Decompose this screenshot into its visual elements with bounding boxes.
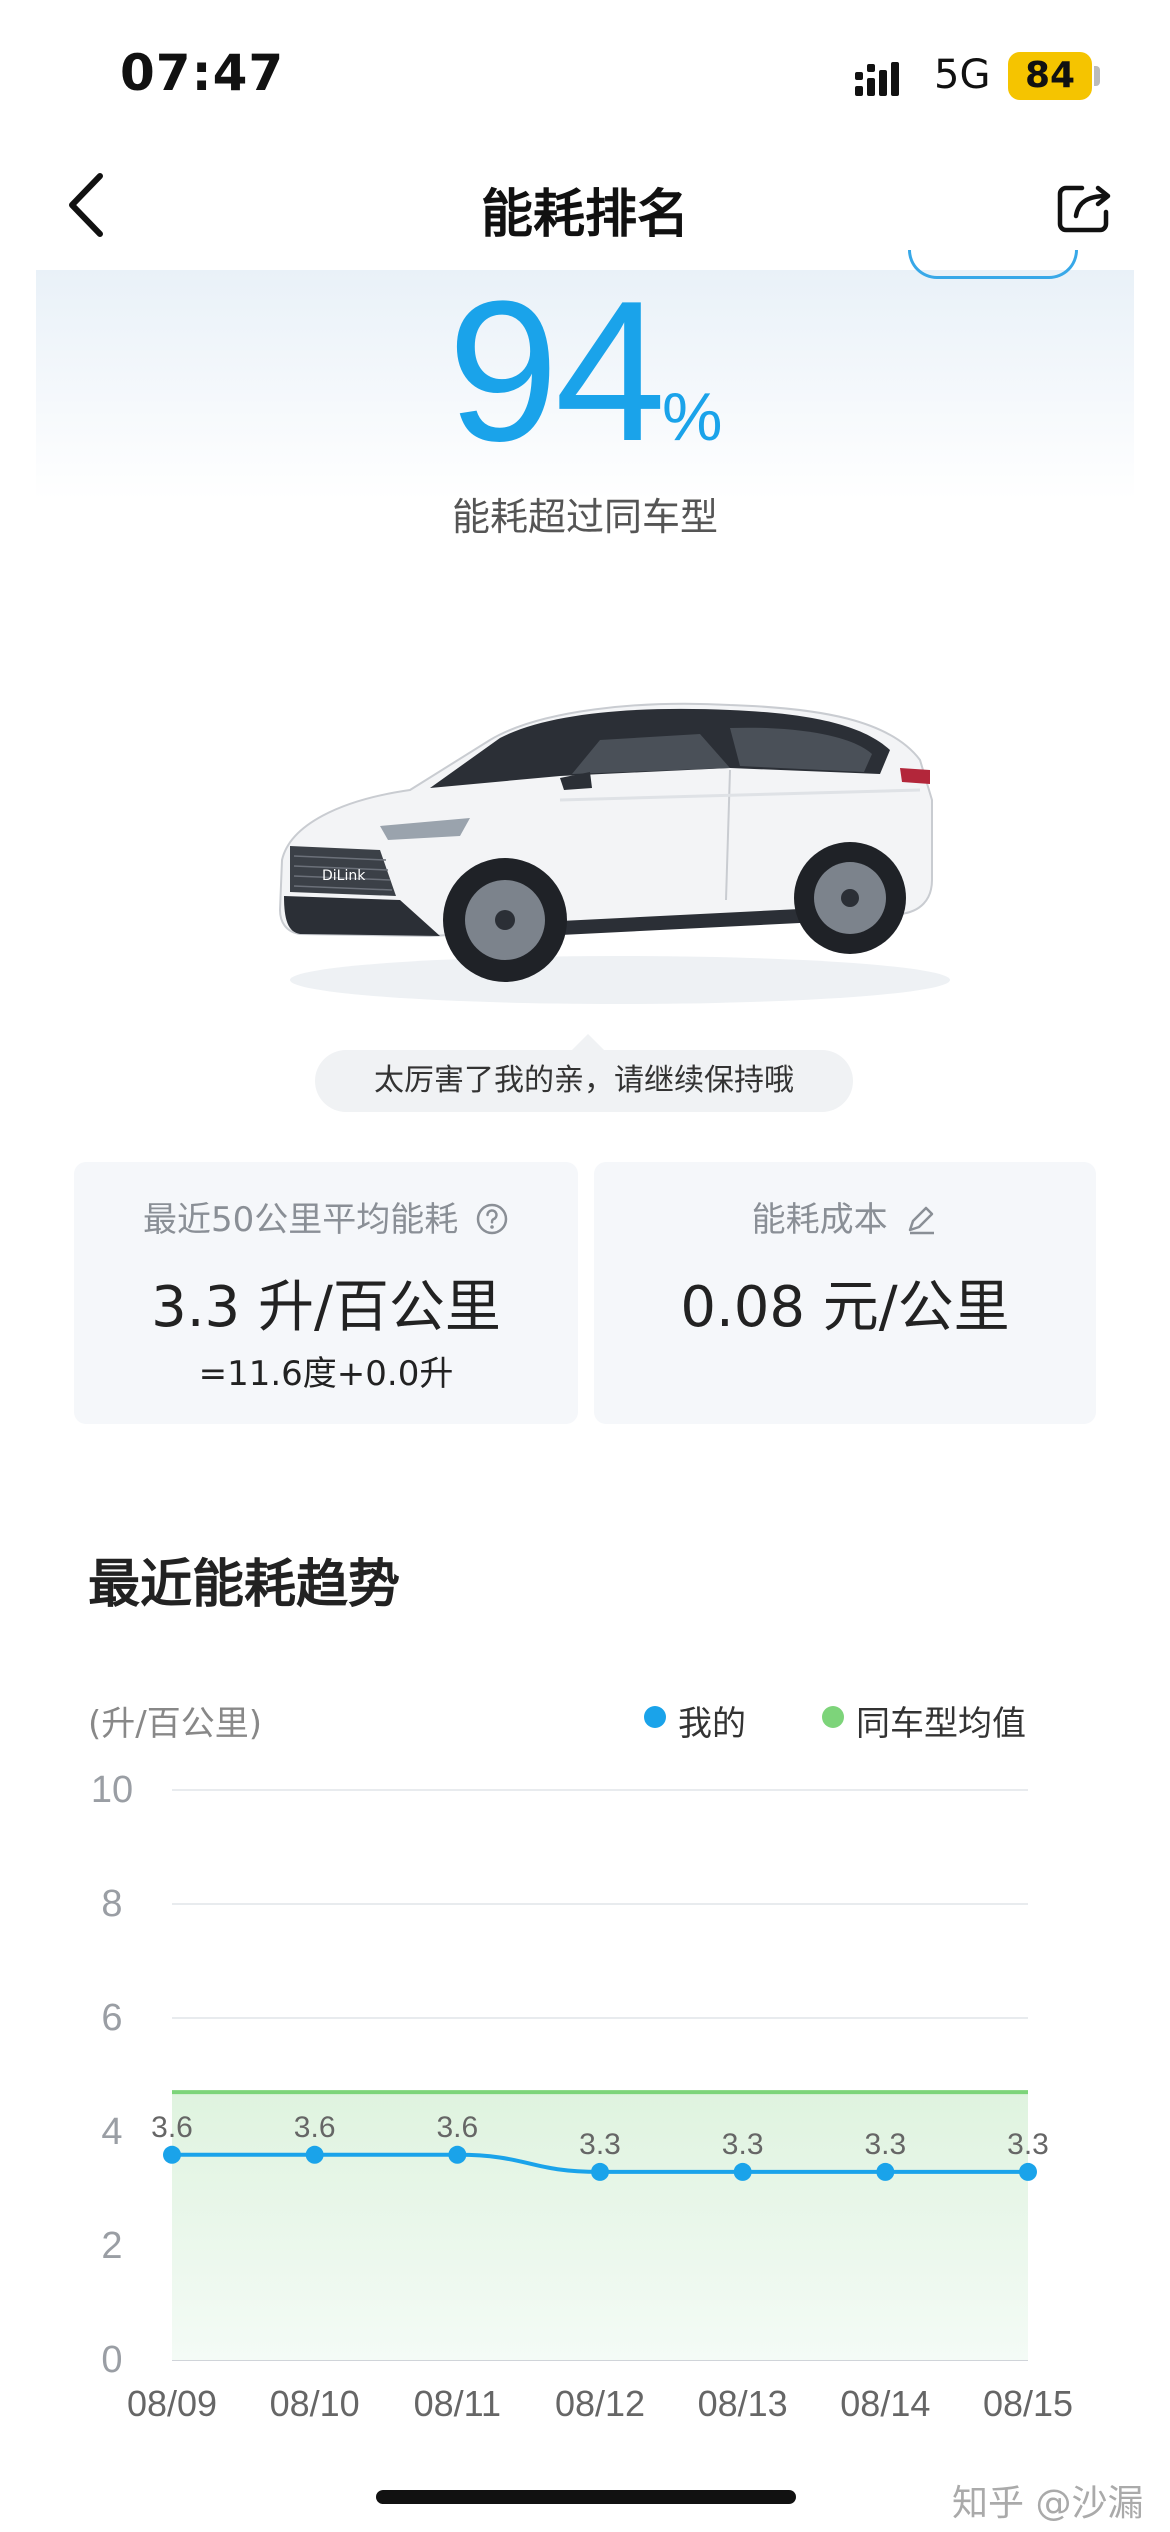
x-tick-label: 08/15 bbox=[983, 2383, 1073, 2424]
legend-avg-dot bbox=[822, 1706, 844, 1728]
mine-data-point bbox=[876, 2162, 895, 2181]
avg-consumption-value: 3.3 升/百公里 bbox=[151, 1275, 501, 1340]
data-label: 3.3 bbox=[579, 2128, 621, 2161]
avg-consumption-breakdown: =11.6度+0.0升 bbox=[198, 1354, 454, 1394]
car-badge: DiLink bbox=[322, 868, 366, 884]
energy-cost-label: 能耗成本 bbox=[594, 1192, 1096, 1241]
x-tick-label: 08/10 bbox=[270, 2383, 360, 2424]
page-title: 能耗排名 bbox=[480, 185, 689, 245]
avg-consumption-label: 最近50公里平均能耗 bbox=[74, 1192, 578, 1241]
mine-data-point bbox=[591, 2162, 609, 2181]
chart-unit-label: (升/百公里) bbox=[88, 1704, 262, 1744]
y-tick-label: 10 bbox=[91, 1769, 133, 1811]
data-label: 3.6 bbox=[294, 2111, 336, 2144]
y-tick-label: 8 bbox=[101, 1883, 122, 1925]
legend-mine-dot bbox=[644, 1706, 666, 1728]
encouragement-bubble: 太厉害了我的亲，请继续保持哦 bbox=[315, 1050, 853, 1112]
y-tick-label: 4 bbox=[101, 2111, 122, 2153]
y-tick-label: 0 bbox=[101, 2339, 122, 2381]
data-label: 3.6 bbox=[436, 2111, 478, 2144]
legend-mine-label: 我的 bbox=[678, 1704, 746, 1744]
help-icon[interactable] bbox=[475, 1202, 509, 1236]
x-tick-label: 08/13 bbox=[698, 2383, 788, 2424]
trend-chart: 0 2 4 6 8 10 3.6 3.6 3.6 3.3 3.3 3.3 3.3 08/09 08/10 08… bbox=[91, 1769, 1073, 2424]
legend-avg-label: 同车型均值 bbox=[856, 1704, 1026, 1744]
battery-indicator: 84 bbox=[1008, 52, 1092, 100]
avg-consumption-label-text: 最近50公里平均能耗 bbox=[142, 1200, 459, 1240]
mine-data-point bbox=[448, 2145, 467, 2164]
percentile-caption: 能耗超过同车型 bbox=[451, 495, 718, 539]
percentile-unit: % bbox=[662, 379, 723, 455]
mine-data-point bbox=[1019, 2162, 1037, 2181]
battery-tip bbox=[1094, 66, 1100, 86]
energy-cost-value: 0.08 元/公里 bbox=[680, 1275, 1010, 1340]
energy-cost-label-text: 能耗成本 bbox=[751, 1200, 888, 1240]
data-label: 3.3 bbox=[1007, 2128, 1049, 2161]
home-indicator[interactable] bbox=[376, 2490, 796, 2504]
y-tick-label: 6 bbox=[101, 1997, 122, 2039]
mine-data-point bbox=[305, 2145, 324, 2164]
mine-data-point bbox=[163, 2145, 181, 2164]
x-tick-label: 08/09 bbox=[127, 2383, 217, 2424]
x-tick-label: 08/14 bbox=[840, 2383, 930, 2424]
mine-data-point bbox=[733, 2162, 752, 2181]
x-tick-label: 08/12 bbox=[555, 2383, 645, 2424]
percentile-display: 94% bbox=[0, 272, 1170, 472]
y-tick-label: 2 bbox=[101, 2225, 122, 2267]
share-icon[interactable] bbox=[1056, 180, 1114, 234]
data-label: 3.3 bbox=[722, 2128, 764, 2161]
trend-title: 最近能耗趋势 bbox=[88, 1555, 401, 1615]
speech-bubble-tail bbox=[572, 1034, 604, 1050]
signal-icon bbox=[855, 62, 899, 96]
network-type: 5G bbox=[934, 52, 991, 98]
x-tick-label: 08/11 bbox=[414, 2383, 501, 2424]
edit-icon[interactable] bbox=[904, 1202, 938, 1236]
data-label: 3.6 bbox=[151, 2111, 193, 2144]
car-image: DiLink bbox=[278, 702, 950, 1004]
watermark: 知乎 @沙漏 bbox=[952, 2483, 1144, 2524]
percentile-value: 94 bbox=[447, 260, 666, 483]
status-time: 07:47 bbox=[120, 44, 285, 102]
data-label: 3.3 bbox=[864, 2128, 906, 2161]
